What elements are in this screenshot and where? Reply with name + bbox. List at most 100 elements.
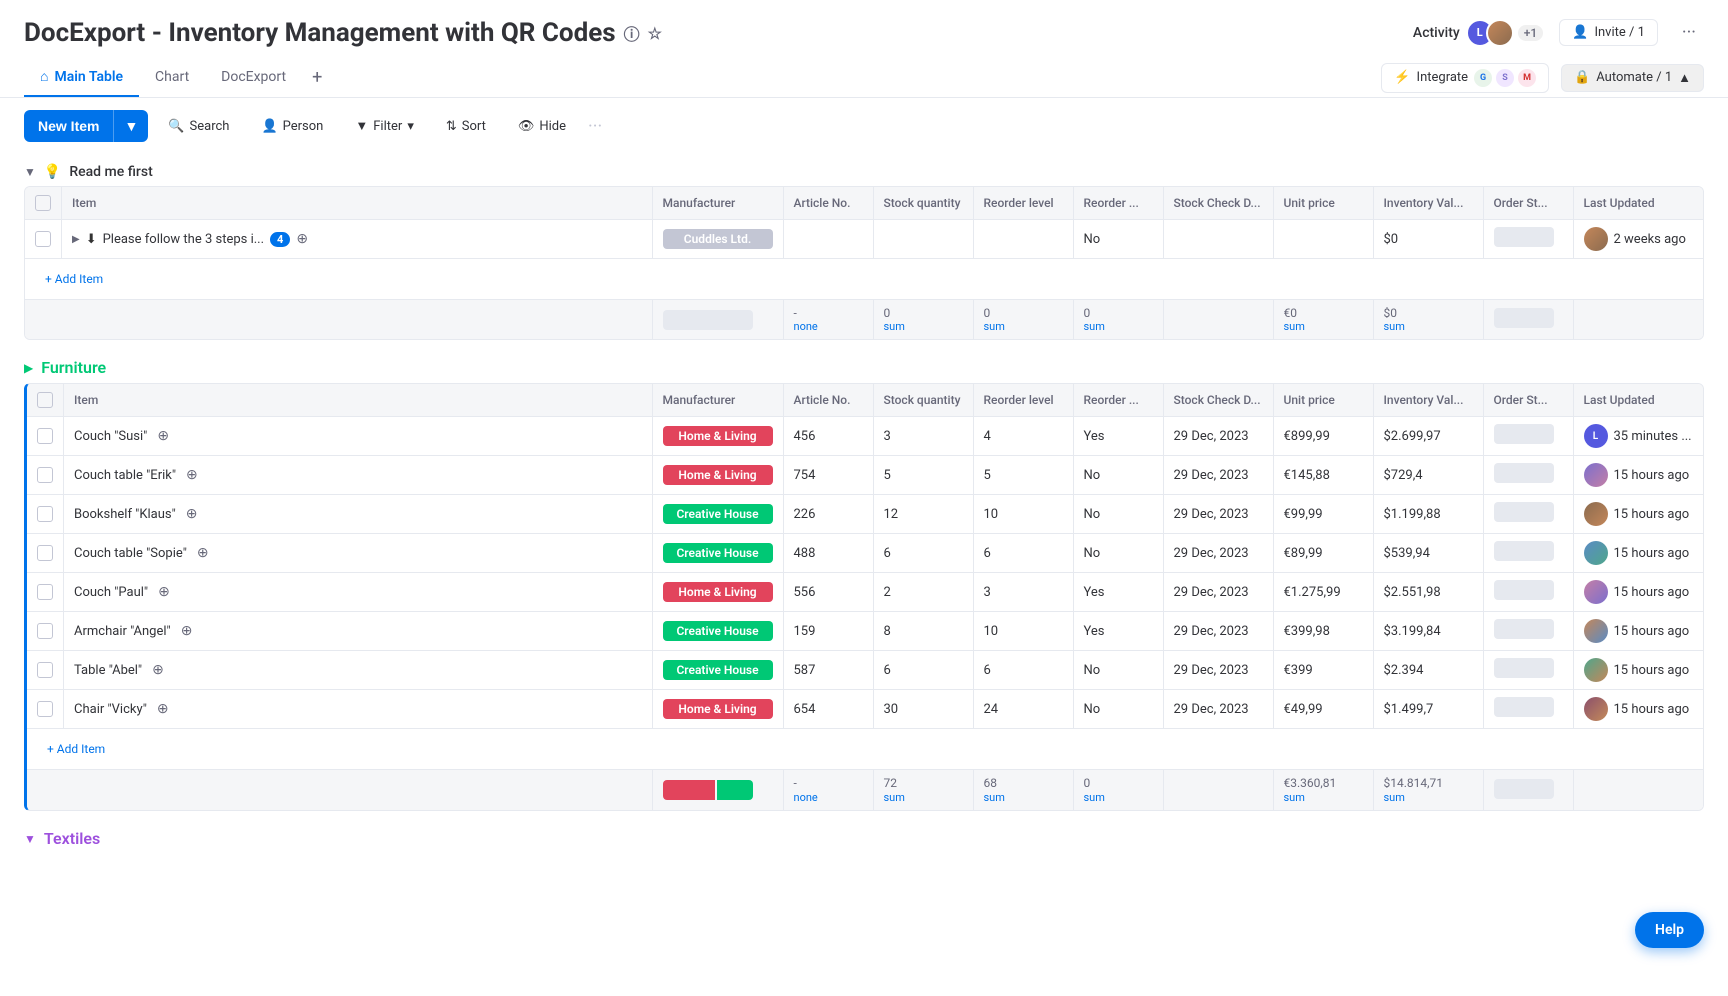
sort-button[interactable]: ⇅ Sort	[434, 113, 498, 140]
item-badge-rm-1: 4	[270, 232, 290, 247]
filter-button[interactable]: ▼ Filter ▾	[343, 112, 425, 140]
person-icon: 👤	[261, 119, 277, 134]
section-furniture-title: Furniture	[41, 358, 106, 377]
tab-main-table[interactable]: ⌂ Main Table	[24, 58, 139, 97]
tab-docexport[interactable]: DocExport	[205, 59, 302, 97]
last-updated-cell-f-1: 15 hours ago	[1584, 463, 1694, 487]
section-textiles-toggle[interactable]: ▼	[24, 832, 36, 846]
last-updated-cell-f-3: 15 hours ago	[1584, 541, 1694, 565]
row-checkbox-f-0[interactable]	[37, 428, 53, 444]
add-subitem-icon[interactable]: ⊕	[296, 231, 308, 247]
order-status-box-f-1	[1494, 463, 1554, 483]
add-item-row-f[interactable]: + Add Item	[27, 729, 1703, 770]
lightning-icon: 🔒	[1574, 70, 1590, 85]
automate-button[interactable]: 🔒 Automate / 1 ▲	[1561, 64, 1704, 92]
toolbar: New Item ▼ 🔍 Search 👤 Person ▼ Filter ▾ …	[0, 98, 1728, 154]
footer-row-rm: -none 0 sum 0 sum 0	[25, 300, 1703, 340]
app-title: DocExport - Inventory Management with QR…	[24, 18, 662, 48]
th-inventory-f: Inventory Val...	[1373, 384, 1483, 417]
item-cell-rm-1: ▶ ⬇ Please follow the 3 steps i... 4 ⊕	[72, 231, 642, 247]
sort-icon: ⇅	[446, 119, 457, 134]
new-item-button[interactable]: New Item ▼	[24, 110, 148, 142]
last-updated-text-rm-1: 2 weeks ago	[1614, 232, 1686, 247]
section-read-me: ▼ 💡 Read me first Item Manufacturer Arti…	[24, 154, 1704, 340]
section-furniture-toggle[interactable]: ▶	[24, 361, 33, 375]
item-cell-f-3: Couch table "Sopie" ⊕	[74, 545, 642, 561]
invite-button[interactable]: 👤 Invite / 1	[1559, 19, 1658, 46]
order-status-box-f-3	[1494, 541, 1554, 561]
add-subitem-icon-f-5[interactable]: ⊕	[181, 623, 193, 639]
row-checkbox-f-5[interactable]	[37, 623, 53, 639]
row-avatar-f-5	[1584, 619, 1608, 643]
add-subitem-icon-f-7[interactable]: ⊕	[157, 701, 169, 717]
order-status-box-f-6	[1494, 658, 1554, 678]
mail-icon: M	[1518, 69, 1536, 87]
manufacturer-badge-f-2: Creative House	[663, 504, 773, 524]
add-subitem-icon-f-1[interactable]: ⊕	[186, 467, 198, 483]
reorder2-sum-f: 0	[1084, 776, 1091, 790]
th-stock-check-f: Stock Check D...	[1163, 384, 1273, 417]
info-icon[interactable]: ⓘ	[624, 21, 640, 45]
app-header: DocExport - Inventory Management with QR…	[0, 0, 1728, 58]
th-article-f: Article No.	[783, 384, 873, 417]
last-updated-text-f-5: 15 hours ago	[1614, 624, 1690, 639]
row-checkbox-rm-1[interactable]	[35, 231, 51, 247]
hide-icon: 👁	[518, 119, 535, 134]
row-checkbox-f-4[interactable]	[37, 584, 53, 600]
tab-chart[interactable]: Chart	[139, 59, 205, 97]
last-updated-text-f-3: 15 hours ago	[1614, 546, 1690, 561]
google-icon: G	[1474, 69, 1492, 87]
row-avatar-f-2	[1584, 502, 1608, 526]
order-status-box-f-7	[1494, 697, 1554, 717]
integrate-icons: G S M	[1474, 69, 1536, 87]
expand-icon[interactable]: ▶	[72, 234, 80, 245]
read-me-header-row: Item Manufacturer Article No. Stock quan…	[25, 187, 1703, 220]
row-avatar-f-4	[1584, 580, 1608, 604]
star-icon[interactable]: ☆	[648, 24, 662, 43]
furniture-data-table: Item Manufacturer Article No. Stock quan…	[27, 384, 1703, 810]
item-name-f-3: Couch table "Sopie"	[74, 546, 187, 561]
select-all-f[interactable]	[37, 392, 53, 408]
more-tools-button[interactable]: ···	[586, 116, 604, 137]
add-tab-button[interactable]: +	[302, 59, 332, 96]
main-content: ▼ 💡 Read me first Item Manufacturer Arti…	[0, 154, 1728, 996]
row-checkbox-f-6[interactable]	[37, 662, 53, 678]
add-subitem-icon-f-4[interactable]: ⊕	[158, 584, 170, 600]
row-checkbox-f-2[interactable]	[37, 506, 53, 522]
hide-button[interactable]: 👁 Hide	[506, 113, 578, 140]
add-item-link-rm[interactable]: + Add Item	[35, 266, 1693, 292]
activity-button[interactable]: Activity L +1	[1413, 19, 1543, 47]
add-subitem-icon-f-3[interactable]: ⊕	[197, 545, 209, 561]
th-item-f: Item	[64, 384, 653, 417]
add-subitem-icon-f-6[interactable]: ⊕	[152, 662, 164, 678]
more-options-button[interactable]: ···	[1674, 18, 1704, 47]
add-item-row-rm[interactable]: + Add Item	[25, 259, 1703, 300]
section-read-me-toggle[interactable]: ▼	[24, 165, 36, 179]
row-checkbox-f-3[interactable]	[37, 545, 53, 561]
search-button[interactable]: 🔍 Search	[156, 113, 241, 140]
furniture-table: Item Manufacturer Article No. Stock quan…	[24, 383, 1704, 811]
th-item-rm: Item	[62, 187, 653, 220]
row-checkbox-f-1[interactable]	[37, 467, 53, 483]
reorder2-sum-label-f: sum	[1084, 791, 1105, 804]
add-subitem-icon-f-0[interactable]: ⊕	[157, 428, 169, 444]
integrate-button[interactable]: ⚡ Integrate G S M	[1381, 63, 1549, 93]
person-button[interactable]: 👤 Person	[249, 113, 335, 140]
add-item-link-f[interactable]: + Add Item	[37, 736, 1693, 762]
help-button[interactable]: Help	[1635, 912, 1704, 948]
th-reorder-f: Reorder ...	[1073, 384, 1163, 417]
section-textiles: ▼ Textiles	[24, 819, 1704, 854]
new-item-dropdown-arrow[interactable]: ▼	[113, 110, 148, 142]
th-stock-check-rm: Stock Check D...	[1163, 187, 1273, 220]
item-cell-f-4: Couch "Paul" ⊕	[74, 584, 642, 600]
tabs-bar: ⌂ Main Table Chart DocExport + ⚡ Integra…	[0, 58, 1728, 98]
row-checkbox-f-7[interactable]	[37, 701, 53, 717]
item-cell-f-1: Couch table "Erik" ⊕	[74, 467, 642, 483]
last-updated-text-f-6: 15 hours ago	[1614, 663, 1690, 678]
inventory-sum-label-f: sum	[1384, 791, 1405, 804]
read-me-table: Item Manufacturer Article No. Stock quan…	[24, 186, 1704, 340]
select-all-rm[interactable]	[35, 195, 51, 211]
add-subitem-icon-f-2[interactable]: ⊕	[186, 506, 198, 522]
th-reorder-level-rm: Reorder level	[973, 187, 1073, 220]
item-name-rm-1: Please follow the 3 steps i...	[103, 232, 264, 247]
